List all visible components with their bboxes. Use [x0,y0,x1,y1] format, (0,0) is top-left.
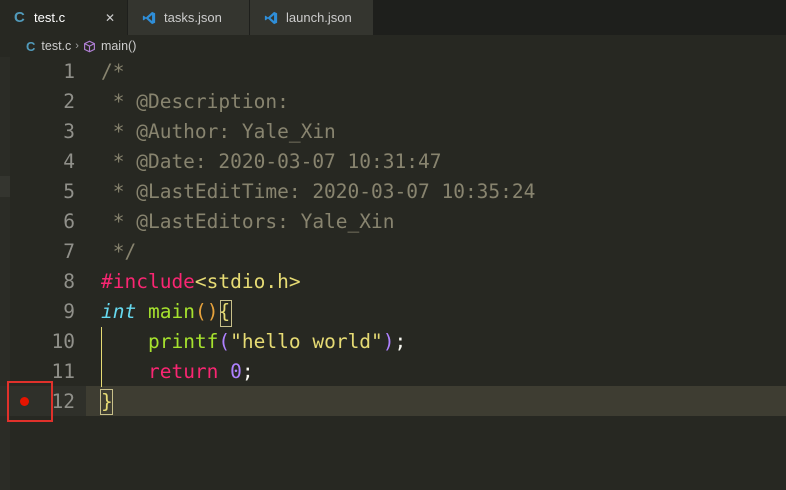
code-token: * @LastEditors: Yale_Xin [101,210,395,233]
code-text: return 0; [101,357,254,387]
line-number[interactable]: 2 [0,87,75,117]
bracket-match-close [100,389,113,415]
vscode-icon [142,11,156,24]
breakpoint-icon[interactable] [20,397,29,406]
code-line[interactable]: 4 * @Date: 2020-03-07 10:31:47 [0,147,786,177]
code-text: * @Date: 2020-03-07 10:31:47 [101,147,442,177]
code-text: #include<stdio.h> [101,267,301,297]
code-line[interactable]: 12} [0,387,786,417]
code-line[interactable]: 3 * @Author: Yale_Xin [0,117,786,147]
code-text: * @LastEditors: Yale_Xin [101,207,395,237]
code-token: */ [101,240,137,263]
chevron-right-icon: › [75,40,79,52]
code-token: ( [218,330,231,353]
code-text: * @Description: [101,87,289,117]
line-number[interactable]: 4 [0,147,75,177]
code-line[interactable]: 8 #include<stdio.h> [0,267,786,297]
code-line[interactable]: 1 /* [0,57,786,87]
line-number[interactable]: 7 [0,237,75,267]
code-token: main [147,300,195,323]
code-token: /* [101,60,125,83]
code-line[interactable]: 11 return 0; [0,357,786,387]
line-number[interactable]: 6 [0,207,75,237]
tab-test-c[interactable]: C test.c ✕ [0,0,128,35]
code-token: ; [394,330,407,353]
cube-icon [83,40,95,52]
vscode-icon [264,11,278,24]
code-token: 0 [230,360,242,383]
line-number[interactable]: 3 [0,117,75,147]
breadcrumb: C test.c › main() [0,35,786,57]
indent-guide [101,327,102,387]
code-token: int [101,300,137,323]
tab-tasks-json[interactable]: tasks.json [128,0,250,35]
code-line[interactable]: 5 * @LastEditTime: 2020-03-07 10:35:24 [0,177,786,207]
code-token: printf [147,330,219,353]
code-text: */ [101,237,137,267]
code-token: ; [241,360,254,383]
line-number[interactable]: 9 [0,297,75,327]
tab-label: launch.json [286,10,352,25]
close-icon[interactable]: ✕ [105,11,115,25]
code-text: printf("hello world"); [101,327,406,357]
code-token: () [194,300,219,323]
line-number[interactable]: 10 [0,327,75,357]
code-text: * @LastEditTime: 2020-03-07 10:35:24 [101,177,536,207]
c-file-icon: C [26,38,36,54]
line-number[interactable]: 8 [0,267,75,297]
code-text: int main(){ [101,297,230,327]
tab-launch-json[interactable]: launch.json [250,0,374,35]
code-text: /* [101,57,124,87]
breakpoint-highlight-frame [7,381,53,422]
code-token: * @LastEditTime: 2020-03-07 10:35:24 [101,180,536,203]
tab-bar: C test.c ✕ tasks.json launch.json [0,0,786,35]
code-line[interactable]: 2 * @Description: [0,87,786,117]
code-token: #include [101,270,195,293]
code-token: * @Description: [101,90,289,113]
code-text: * @Author: Yale_Xin [101,117,336,147]
code-line[interactable]: 10 printf("hello world"); [0,327,786,357]
breadcrumb-file[interactable]: test.c [41,39,71,53]
code-token: <stdio.h> [194,270,301,293]
tab-label: test.c [34,10,66,25]
code-line[interactable]: 7 */ [0,237,786,267]
code-line[interactable]: 6 * @LastEditors: Yale_Xin [0,207,786,237]
code-token: "hello world" [230,330,383,353]
c-file-icon: C [14,9,25,26]
code-token: * @Date: 2020-03-07 10:31:47 [101,150,442,173]
code-token: * @Author: Yale_Xin [101,120,336,143]
code-token: return [147,360,219,383]
breadcrumb-symbol[interactable]: main() [101,39,136,53]
code-editor[interactable]: 1/* 2 * @Description: 3 * @Author: Yale_Xi… [0,57,786,417]
code-line[interactable]: 9 int main(){ [0,297,786,327]
line-number[interactable]: 5 [0,177,75,207]
tab-label: tasks.json [164,10,222,25]
code-token: ) [382,330,395,353]
line-number[interactable]: 1 [0,57,75,87]
bracket-match-open [220,300,232,327]
